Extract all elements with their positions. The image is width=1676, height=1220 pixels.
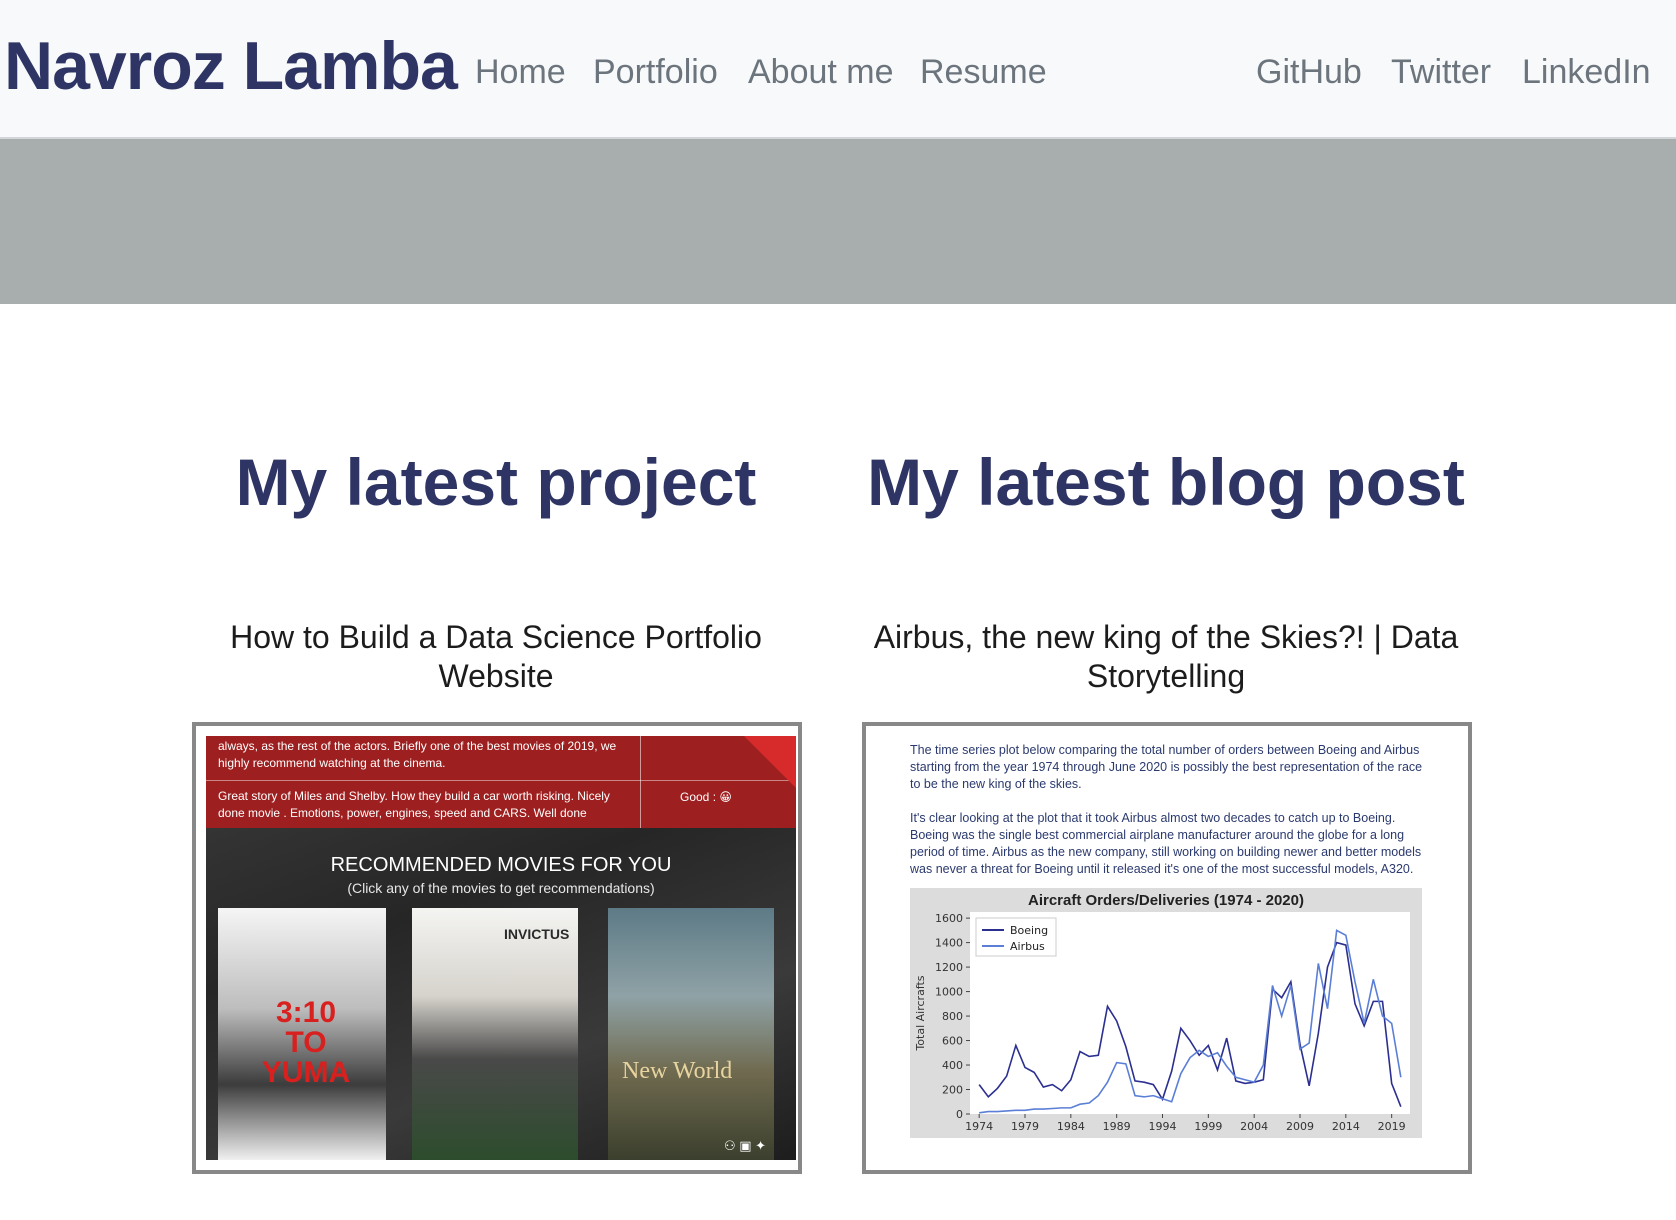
x-tick-label: 2004 bbox=[1240, 1120, 1268, 1133]
nav-portfolio[interactable]: Portfolio bbox=[593, 48, 718, 96]
legend-label: Boeing bbox=[1010, 924, 1048, 937]
nav-home[interactable]: Home bbox=[475, 48, 566, 96]
movie-recommender-screenshot: always, as the rest of the actors. Brief… bbox=[206, 736, 796, 1160]
x-tick-label: 1999 bbox=[1194, 1120, 1222, 1133]
project-thumbnail[interactable]: always, as the rest of the actors. Brief… bbox=[192, 722, 802, 1174]
y-tick-label: 200 bbox=[942, 1084, 963, 1097]
review-text-1: always, as the rest of the actors. Brief… bbox=[218, 739, 617, 770]
x-tick-label: 1984 bbox=[1057, 1120, 1085, 1133]
nav-about-me[interactable]: About me bbox=[748, 48, 894, 96]
nav-resume[interactable]: Resume bbox=[920, 48, 1047, 96]
project-heading: My latest project bbox=[235, 445, 757, 519]
review-text-2: Great story of Miles and Shelby. How the… bbox=[218, 789, 610, 820]
table-divider bbox=[640, 736, 641, 828]
blog-thumbnail[interactable]: The time series plot below comparing the… bbox=[862, 722, 1472, 1174]
recommended-heading: RECOMMENDED MOVIES FOR YOU bbox=[330, 854, 672, 876]
reviews-table: always, as the rest of the actors. Brief… bbox=[206, 736, 796, 828]
blog-excerpt-1: The time series plot below comparing the… bbox=[910, 743, 1423, 791]
nav-github[interactable]: GitHub bbox=[1256, 48, 1362, 96]
brand-link[interactable]: Navroz Lamba bbox=[4, 24, 458, 108]
y-tick-label: 400 bbox=[942, 1059, 963, 1072]
x-tick-label: 1974 bbox=[965, 1120, 993, 1133]
y-tick-label: 1600 bbox=[935, 912, 963, 925]
x-tick-label: 1994 bbox=[1149, 1120, 1177, 1133]
recommended-subheading: (Click any of the movies to get recommen… bbox=[347, 880, 655, 896]
legend-label: Airbus bbox=[1010, 940, 1045, 953]
blog-excerpt-2: It's clear looking at the plot that it t… bbox=[910, 811, 1422, 876]
movie-poster-invictus: INVICTUS bbox=[412, 908, 578, 1160]
project-title-link[interactable]: How to Build a Data Science Portfolio We… bbox=[200, 618, 792, 696]
y-tick-label: 600 bbox=[942, 1035, 963, 1048]
chart-svg: 0 200 400 600 800 1000 1200 1400 1600 1974 1979 198… bbox=[914, 912, 1410, 1133]
table-divider bbox=[206, 780, 796, 781]
y-tick-label: 0 bbox=[956, 1108, 963, 1121]
poster-title: New World bbox=[622, 1058, 733, 1084]
social-icons: ⚇ ▣ ✦ bbox=[723, 1138, 766, 1153]
y-axis-label: Total Aircrafts bbox=[914, 975, 927, 1051]
movie-poster-yuma: 3:10 TO YUMA bbox=[218, 908, 386, 1160]
x-tick-label: 2009 bbox=[1286, 1120, 1314, 1133]
x-tick-label: 2019 bbox=[1378, 1120, 1406, 1133]
blog-title-link[interactable]: Airbus, the new king of the Skies?! | Da… bbox=[846, 618, 1486, 696]
nav-linkedin[interactable]: LinkedIn bbox=[1522, 48, 1651, 96]
movie-poster-new-world: New World ⚇ ▣ ✦ bbox=[608, 908, 774, 1160]
poster-title: 3:10 TO YUMA bbox=[261, 996, 351, 1089]
review-rating: Good : 😀 bbox=[680, 790, 732, 804]
x-tick-label: 1989 bbox=[1103, 1120, 1131, 1133]
y-tick-label: 800 bbox=[942, 1010, 963, 1023]
blog-heading: My latest blog post bbox=[867, 445, 1465, 519]
x-tick-label: 2014 bbox=[1332, 1120, 1360, 1133]
y-tick-label: 1200 bbox=[935, 961, 963, 974]
navbar: Navroz Lamba Home Portfolio About me Res… bbox=[0, 0, 1676, 139]
x-tick-label: 1979 bbox=[1011, 1120, 1039, 1133]
poster-title: INVICTUS bbox=[504, 926, 570, 942]
nav-twitter[interactable]: Twitter bbox=[1391, 48, 1491, 96]
hero-banner bbox=[0, 139, 1676, 304]
aircraft-orders-chart: Aircraft Orders/Deliveries (1974 - 2020)… bbox=[910, 888, 1422, 1138]
y-tick-label: 1400 bbox=[935, 937, 963, 950]
github-corner-icon bbox=[744, 736, 796, 788]
y-tick-label: 1000 bbox=[935, 986, 963, 999]
